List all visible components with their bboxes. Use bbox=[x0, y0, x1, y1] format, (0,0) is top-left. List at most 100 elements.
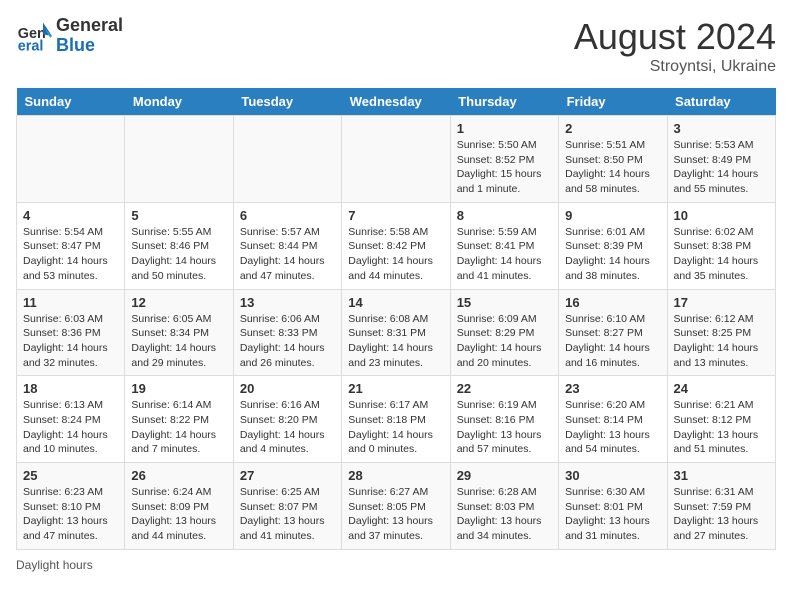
calendar-cell: 12 Sunrise: 6:05 AM Sunset: 8:34 PM Dayli… bbox=[125, 289, 233, 376]
day-number: 8 bbox=[457, 208, 552, 223]
day-info: Sunrise: 6:17 AM Sunset: 8:18 PM Dayligh… bbox=[348, 398, 443, 457]
day-info: Sunrise: 6:01 AM Sunset: 8:39 PM Dayligh… bbox=[565, 225, 660, 284]
day-number: 28 bbox=[348, 468, 443, 483]
day-info: Sunrise: 6:20 AM Sunset: 8:14 PM Dayligh… bbox=[565, 398, 660, 457]
day-number: 30 bbox=[565, 468, 660, 483]
calendar-cell: 4 Sunrise: 5:54 AM Sunset: 8:47 PM Daylig… bbox=[17, 202, 125, 289]
day-number: 23 bbox=[565, 381, 660, 396]
day-info: Sunrise: 6:23 AM Sunset: 8:10 PM Dayligh… bbox=[23, 485, 118, 544]
logo: Gen eral General Blue bbox=[16, 16, 123, 56]
day-number: 7 bbox=[348, 208, 443, 223]
day-number: 13 bbox=[240, 295, 335, 310]
day-number: 17 bbox=[674, 295, 769, 310]
month-title: August 2024 bbox=[574, 16, 776, 58]
calendar-cell: 31Sunrise: 6:31 AM Sunset: 7:59 PM Dayli… bbox=[667, 463, 775, 550]
header-day-wednesday: Wednesday bbox=[342, 88, 450, 116]
day-number: 14 bbox=[348, 295, 443, 310]
calendar-cell: 15 Sunrise: 6:09 AM Sunset: 8:29 PM Dayli… bbox=[450, 289, 558, 376]
calendar-cell: 28 Sunrise: 6:27 AM Sunset: 8:05 PM Dayli… bbox=[342, 463, 450, 550]
header-day-sunday: Sunday bbox=[17, 88, 125, 116]
calendar-header: SundayMondayTuesdayWednesdayThursdayFrid… bbox=[17, 88, 776, 116]
svg-text:eral: eral bbox=[18, 38, 44, 54]
calendar-cell bbox=[125, 116, 233, 203]
week-row-4: 18 Sunrise: 6:13 AM Sunset: 8:24 PM Dayli… bbox=[17, 376, 776, 463]
calendar-cell: 30 Sunrise: 6:30 AM Sunset: 8:01 PM Dayli… bbox=[559, 463, 667, 550]
day-number: 31 bbox=[674, 468, 769, 483]
calendar-cell: 3 Sunrise: 5:53 AM Sunset: 8:49 PM Daylig… bbox=[667, 116, 775, 203]
calendar-cell: 22Sunrise: 6:19 AM Sunset: 8:16 PM Dayli… bbox=[450, 376, 558, 463]
calendar-cell: 5Sunrise: 5:55 AM Sunset: 8:46 PM Daylig… bbox=[125, 202, 233, 289]
day-info: Sunrise: 6:05 AM Sunset: 8:34 PM Dayligh… bbox=[131, 312, 226, 371]
header-day-saturday: Saturday bbox=[667, 88, 775, 116]
footer: Daylight hours bbox=[16, 558, 776, 572]
day-info: Sunrise: 6:27 AM Sunset: 8:05 PM Dayligh… bbox=[348, 485, 443, 544]
day-info: Sunrise: 5:54 AM Sunset: 8:47 PM Dayligh… bbox=[23, 225, 118, 284]
day-number: 4 bbox=[23, 208, 118, 223]
day-number: 27 bbox=[240, 468, 335, 483]
calendar-cell: 21 Sunrise: 6:17 AM Sunset: 8:18 PM Dayli… bbox=[342, 376, 450, 463]
calendar-cell: 10Sunrise: 6:02 AM Sunset: 8:38 PM Dayli… bbox=[667, 202, 775, 289]
header-day-friday: Friday bbox=[559, 88, 667, 116]
day-info: Sunrise: 5:53 AM Sunset: 8:49 PM Dayligh… bbox=[674, 138, 769, 197]
day-info: Sunrise: 6:25 AM Sunset: 8:07 PM Dayligh… bbox=[240, 485, 335, 544]
calendar-cell: 26Sunrise: 6:24 AM Sunset: 8:09 PM Dayli… bbox=[125, 463, 233, 550]
calendar-cell: 16 Sunrise: 6:10 AM Sunset: 8:27 PM Dayli… bbox=[559, 289, 667, 376]
day-number: 15 bbox=[457, 295, 552, 310]
day-number: 12 bbox=[131, 295, 226, 310]
day-info: Sunrise: 5:59 AM Sunset: 8:41 PM Dayligh… bbox=[457, 225, 552, 284]
calendar-cell: 23 Sunrise: 6:20 AM Sunset: 8:14 PM Dayli… bbox=[559, 376, 667, 463]
day-number: 18 bbox=[23, 381, 118, 396]
calendar-cell: 20Sunrise: 6:16 AM Sunset: 8:20 PM Dayli… bbox=[233, 376, 341, 463]
day-info: Sunrise: 6:08 AM Sunset: 8:31 PM Dayligh… bbox=[348, 312, 443, 371]
logo-general: General bbox=[56, 16, 123, 36]
header-day-tuesday: Tuesday bbox=[233, 88, 341, 116]
header-day-monday: Monday bbox=[125, 88, 233, 116]
daylight-label: Daylight hours bbox=[16, 558, 93, 572]
logo-blue: Blue bbox=[56, 36, 123, 56]
header-row: SundayMondayTuesdayWednesdayThursdayFrid… bbox=[17, 88, 776, 116]
day-info: Sunrise: 6:09 AM Sunset: 8:29 PM Dayligh… bbox=[457, 312, 552, 371]
week-row-5: 25 Sunrise: 6:23 AM Sunset: 8:10 PM Dayli… bbox=[17, 463, 776, 550]
day-info: Sunrise: 5:50 AM Sunset: 8:52 PM Dayligh… bbox=[457, 138, 552, 197]
day-number: 21 bbox=[348, 381, 443, 396]
day-number: 10 bbox=[674, 208, 769, 223]
logo-icon: Gen eral bbox=[16, 18, 52, 54]
day-info: Sunrise: 6:03 AM Sunset: 8:36 PM Dayligh… bbox=[23, 312, 118, 371]
calendar-cell: 17 Sunrise: 6:12 AM Sunset: 8:25 PM Dayli… bbox=[667, 289, 775, 376]
calendar-cell: 18 Sunrise: 6:13 AM Sunset: 8:24 PM Dayli… bbox=[17, 376, 125, 463]
day-number: 16 bbox=[565, 295, 660, 310]
week-row-2: 4 Sunrise: 5:54 AM Sunset: 8:47 PM Daylig… bbox=[17, 202, 776, 289]
calendar-cell: 11Sunrise: 6:03 AM Sunset: 8:36 PM Dayli… bbox=[17, 289, 125, 376]
calendar-cell: 1Sunrise: 5:50 AM Sunset: 8:52 PM Daylig… bbox=[450, 116, 558, 203]
location: Stroyntsi, Ukraine bbox=[574, 58, 776, 76]
day-info: Sunrise: 6:14 AM Sunset: 8:22 PM Dayligh… bbox=[131, 398, 226, 457]
day-number: 25 bbox=[23, 468, 118, 483]
day-number: 20 bbox=[240, 381, 335, 396]
day-info: Sunrise: 6:28 AM Sunset: 8:03 PM Dayligh… bbox=[457, 485, 552, 544]
logo-text: General Blue bbox=[56, 16, 123, 56]
calendar-cell: 8 Sunrise: 5:59 AM Sunset: 8:41 PM Daylig… bbox=[450, 202, 558, 289]
calendar-cell: 25 Sunrise: 6:23 AM Sunset: 8:10 PM Dayli… bbox=[17, 463, 125, 550]
calendar-cell: 13Sunrise: 6:06 AM Sunset: 8:33 PM Dayli… bbox=[233, 289, 341, 376]
calendar-cell: 14 Sunrise: 6:08 AM Sunset: 8:31 PM Dayli… bbox=[342, 289, 450, 376]
calendar-cell bbox=[233, 116, 341, 203]
day-number: 6 bbox=[240, 208, 335, 223]
day-info: Sunrise: 6:30 AM Sunset: 8:01 PM Dayligh… bbox=[565, 485, 660, 544]
day-info: Sunrise: 6:12 AM Sunset: 8:25 PM Dayligh… bbox=[674, 312, 769, 371]
day-info: Sunrise: 6:24 AM Sunset: 8:09 PM Dayligh… bbox=[131, 485, 226, 544]
day-info: Sunrise: 6:13 AM Sunset: 8:24 PM Dayligh… bbox=[23, 398, 118, 457]
page-header: Gen eral General Blue August 2024 Stroyn… bbox=[16, 16, 776, 76]
day-number: 3 bbox=[674, 121, 769, 136]
calendar-cell: 6Sunrise: 5:57 AM Sunset: 8:44 PM Daylig… bbox=[233, 202, 341, 289]
week-row-3: 11Sunrise: 6:03 AM Sunset: 8:36 PM Dayli… bbox=[17, 289, 776, 376]
calendar-body: 1Sunrise: 5:50 AM Sunset: 8:52 PM Daylig… bbox=[17, 116, 776, 550]
week-row-1: 1Sunrise: 5:50 AM Sunset: 8:52 PM Daylig… bbox=[17, 116, 776, 203]
day-number: 2 bbox=[565, 121, 660, 136]
title-block: August 2024 Stroyntsi, Ukraine bbox=[574, 16, 776, 76]
day-number: 24 bbox=[674, 381, 769, 396]
day-info: Sunrise: 6:10 AM Sunset: 8:27 PM Dayligh… bbox=[565, 312, 660, 371]
calendar-cell: 29Sunrise: 6:28 AM Sunset: 8:03 PM Dayli… bbox=[450, 463, 558, 550]
day-info: Sunrise: 5:51 AM Sunset: 8:50 PM Dayligh… bbox=[565, 138, 660, 197]
calendar-cell: 19Sunrise: 6:14 AM Sunset: 8:22 PM Dayli… bbox=[125, 376, 233, 463]
calendar-cell: 27 Sunrise: 6:25 AM Sunset: 8:07 PM Dayli… bbox=[233, 463, 341, 550]
